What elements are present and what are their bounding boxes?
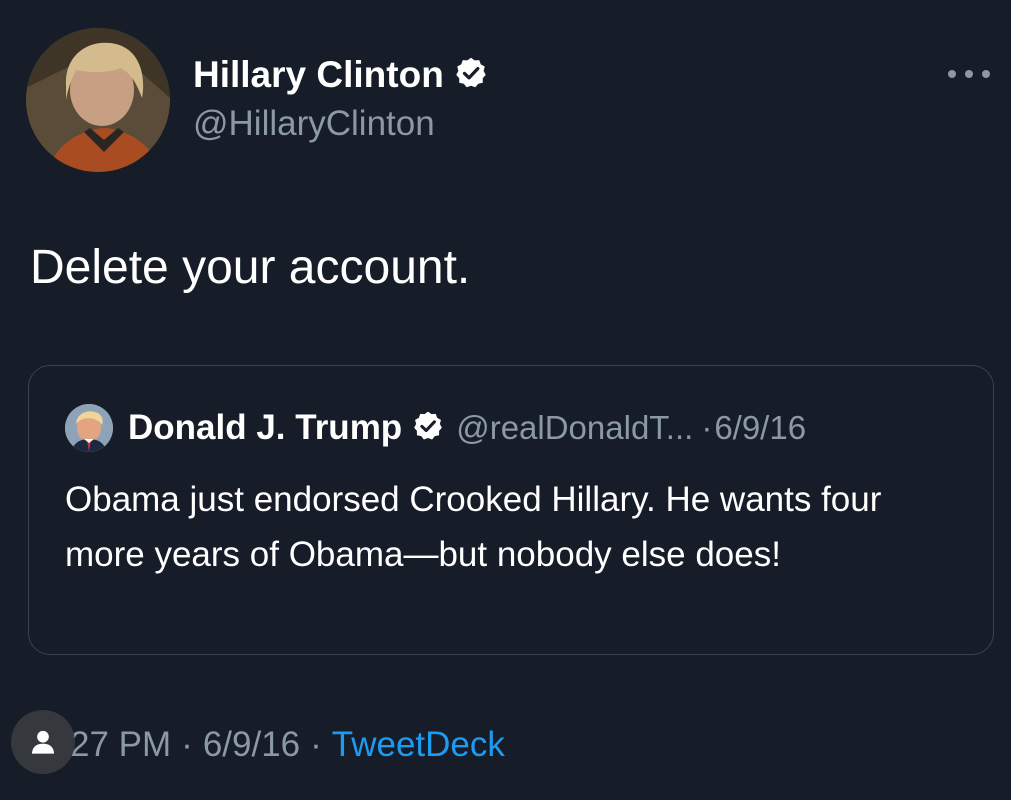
quoted-author-handle[interactable]: @realDonaldT...	[456, 409, 693, 447]
tweet-time[interactable]: 27 PM	[70, 725, 171, 765]
quoted-tweet-card[interactable]: Donald J. Trump @realDonaldT... · 6/9/16…	[28, 365, 994, 655]
author-name-row: Hillary Clinton	[193, 52, 488, 98]
more-dot	[965, 70, 973, 78]
profile-button[interactable]	[11, 710, 75, 774]
author-avatar[interactable]	[26, 28, 170, 172]
verified-badge-icon	[412, 410, 444, 447]
quoted-tweet-date[interactable]: 6/9/16	[714, 409, 806, 447]
quoted-author-name[interactable]: Donald J. Trump	[128, 408, 402, 448]
quoted-separator: ·	[701, 409, 713, 446]
meta-separator: ·	[310, 725, 322, 764]
meta-separator: ·	[181, 725, 193, 764]
more-options-icon[interactable]	[948, 64, 990, 84]
author-handle[interactable]: @HillaryClinton	[193, 104, 435, 144]
tweet-source-link[interactable]: TweetDeck	[332, 725, 505, 765]
author-name[interactable]: Hillary Clinton	[193, 54, 444, 96]
tweet-text: Delete your account.	[30, 241, 471, 294]
more-dot	[948, 70, 956, 78]
quoted-tweet-text: Obama just endorsed Crooked Hillary. He …	[65, 480, 882, 574]
verified-badge-icon	[454, 56, 488, 95]
person-icon	[31, 730, 55, 754]
quoted-author-avatar[interactable]	[65, 404, 113, 452]
more-dot	[982, 70, 990, 78]
author-avatar-image	[26, 28, 170, 172]
quoted-author-avatar-image	[65, 404, 113, 452]
quoted-tweet-header: Donald J. Trump @realDonaldT... · 6/9/16	[65, 404, 806, 452]
tweet-date[interactable]: 6/9/16	[203, 725, 300, 765]
tweet-meta: 27 PM · 6/9/16 · TweetDeck	[70, 722, 505, 768]
